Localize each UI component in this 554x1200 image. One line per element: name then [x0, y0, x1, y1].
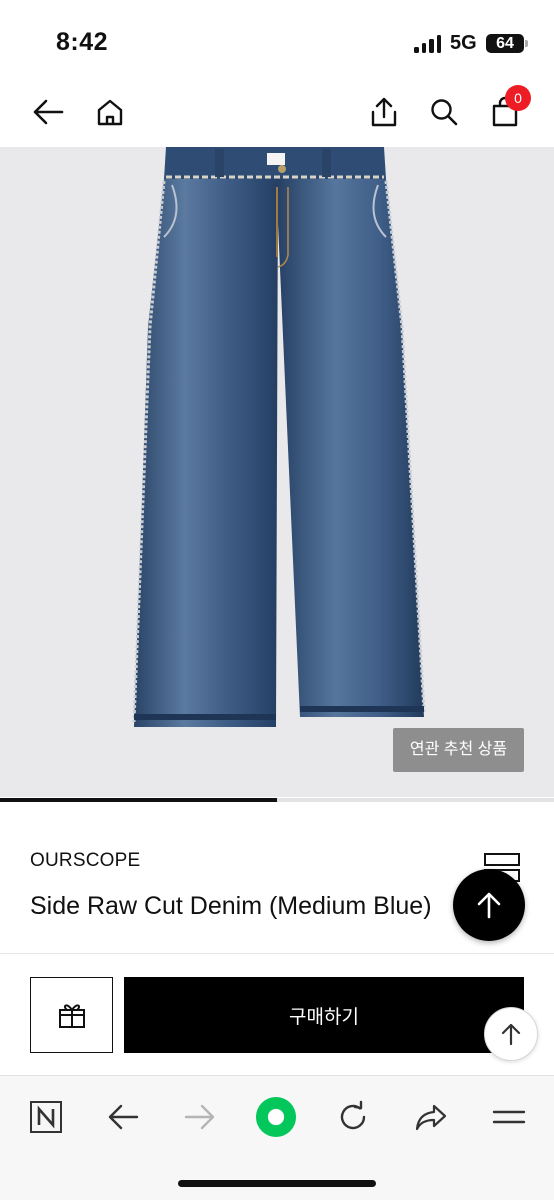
share-icon[interactable]: [364, 92, 404, 132]
gift-icon: [58, 1004, 85, 1028]
floating-scroll-top-button[interactable]: [484, 1007, 538, 1061]
arrow-up-icon: [477, 892, 501, 919]
brand-name[interactable]: OURSCOPE: [30, 850, 140, 872]
status-bar: 8:42 5G 64: [0, 0, 554, 80]
home-indicator: [178, 1180, 376, 1187]
green-dot-icon[interactable]: [255, 1096, 297, 1138]
naver-n-icon[interactable]: [25, 1096, 67, 1138]
jeans-image: [132, 147, 426, 727]
related-products-button[interactable]: 연관 추천 상품: [393, 728, 524, 772]
scroll-to-top-button[interactable]: [453, 869, 525, 941]
status-time: 8:42: [56, 28, 109, 56]
battery-icon: 64: [486, 34, 524, 53]
back-icon[interactable]: [102, 1096, 144, 1138]
reload-icon[interactable]: [332, 1096, 374, 1138]
battery-tip: [525, 40, 528, 47]
cart-count-badge: 0: [505, 85, 531, 111]
back-arrow-icon[interactable]: [28, 92, 68, 132]
nav-bar: [0, 80, 554, 146]
search-icon[interactable]: [424, 92, 464, 132]
buy-button[interactable]: 구매하기: [124, 977, 524, 1053]
image-carousel-progress: [0, 798, 554, 802]
menu-icon[interactable]: [488, 1096, 530, 1138]
share-arrow-icon[interactable]: [410, 1096, 452, 1138]
product-image[interactable]: [0, 147, 554, 797]
image-carousel-progress-fill: [0, 798, 277, 802]
network-type: 5G: [450, 32, 477, 54]
gift-button[interactable]: [30, 977, 113, 1053]
product-title: Side Raw Cut Denim (Medium Blue): [30, 892, 432, 920]
signal-icon: [414, 35, 441, 53]
arrow-up-icon: [501, 1023, 521, 1046]
divider: [0, 953, 554, 954]
home-icon[interactable]: [90, 92, 130, 132]
forward-icon[interactable]: [179, 1096, 221, 1138]
